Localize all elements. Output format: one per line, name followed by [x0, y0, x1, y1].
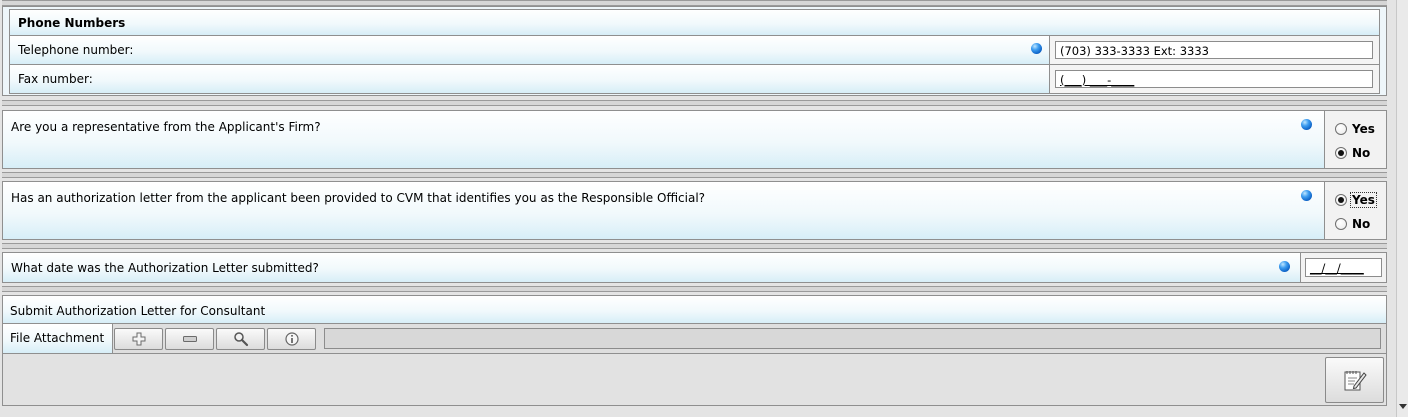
attachment-section: Submit Authorization Letter for Consulta… — [2, 295, 1387, 406]
section-separator — [2, 172, 1387, 178]
radio-yes-label: Yes — [1350, 192, 1377, 208]
vertical-scrollbar[interactable] — [1396, 0, 1408, 417]
date-question-cell: What date was the Authorization Letter s… — [2, 252, 1301, 283]
radio-no-label: No — [1352, 217, 1371, 231]
section-separator — [2, 100, 1387, 106]
date-question-text: What date was the Authorization Letter s… — [11, 261, 319, 275]
view-attachment-button[interactable] — [216, 328, 265, 350]
scroll-down-arrow-icon[interactable] — [1399, 402, 1407, 410]
telephone-label-cell: Telephone number: — [9, 35, 1050, 65]
minus-icon — [182, 336, 197, 342]
telephone-label: Telephone number: — [18, 43, 134, 57]
required-indicator-icon — [1301, 119, 1312, 130]
radio-button-icon[interactable] — [1335, 123, 1347, 135]
representative-question-cell: Are you a representative from the Applic… — [2, 110, 1325, 169]
radio-no-label: No — [1352, 146, 1371, 160]
fax-input[interactable]: (___) ___-____ — [1055, 70, 1373, 88]
required-indicator-icon — [1301, 190, 1312, 201]
file-attachment-label: File Attachment — [10, 331, 105, 345]
fax-value-cell: (___) ___-____ — [1049, 64, 1380, 94]
date-input[interactable]: __/__/____ — [1305, 258, 1382, 277]
authorization-question-text: Has an authorization letter from the app… — [11, 191, 706, 205]
add-attachment-button[interactable] — [114, 328, 163, 350]
fax-label-cell: Fax number: — [9, 64, 1050, 94]
radio-button-selected-icon[interactable] — [1335, 194, 1347, 206]
authorization-yes-radio[interactable]: Yes — [1335, 191, 1377, 209]
telephone-input[interactable]: (703) 333-3333 Ext: 3333 — [1055, 41, 1373, 59]
form-panel: Phone Numbers Telephone number: (703) 33… — [0, 0, 1396, 417]
representative-options: Yes No — [1324, 110, 1387, 169]
section-separator — [2, 286, 1387, 292]
fax-label: Fax number: — [18, 72, 93, 86]
magnifier-icon — [233, 332, 248, 347]
representative-question-text: Are you a representative from the Applic… — [11, 120, 321, 134]
phone-numbers-header: Phone Numbers — [9, 9, 1380, 36]
telephone-value-cell: (703) 333-3333 Ext: 3333 — [1049, 35, 1380, 65]
info-icon — [284, 332, 299, 346]
phone-numbers-title: Phone Numbers — [18, 16, 126, 30]
edit-button[interactable] — [1325, 357, 1384, 403]
radio-button-selected-icon[interactable] — [1335, 147, 1347, 159]
date-value-cell: __/__/____ — [1300, 252, 1387, 283]
plus-icon — [132, 332, 145, 346]
radio-yes-label: Yes — [1352, 122, 1375, 136]
remove-attachment-button[interactable] — [165, 328, 214, 350]
representative-yes-radio[interactable]: Yes — [1335, 120, 1376, 138]
notepad-pencil-icon — [1344, 371, 1367, 391]
attachment-info-button[interactable] — [267, 328, 316, 350]
required-indicator-icon — [1031, 43, 1042, 54]
required-indicator-icon — [1279, 261, 1290, 272]
attachment-file-field[interactable] — [324, 328, 1381, 349]
section-separator — [2, 243, 1387, 249]
representative-no-radio[interactable]: No — [1335, 144, 1371, 162]
authorization-options: Yes No — [1324, 181, 1387, 240]
authorization-question-cell: Has an authorization letter from the app… — [2, 181, 1325, 240]
authorization-no-radio[interactable]: No — [1335, 215, 1371, 233]
radio-button-icon[interactable] — [1335, 218, 1347, 230]
file-attachment-label-cell: File Attachment — [3, 324, 113, 354]
attachment-title: Submit Authorization Letter for Consulta… — [10, 304, 266, 318]
attachment-header: Submit Authorization Letter for Consulta… — [3, 296, 1386, 324]
phone-numbers-section: Phone Numbers Telephone number: (703) 33… — [2, 6, 1387, 96]
